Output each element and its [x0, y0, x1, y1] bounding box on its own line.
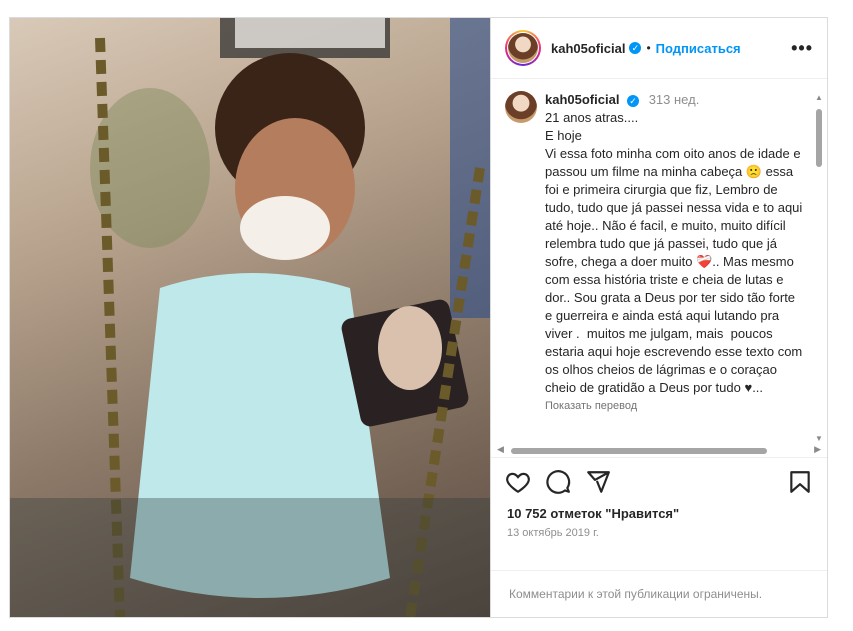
caption-username[interactable]: kah05oficial [545, 92, 619, 107]
comment-icon[interactable] [545, 469, 571, 495]
caption-avatar[interactable] [505, 91, 537, 123]
scrollbar-thumb[interactable] [816, 109, 822, 167]
separator-dot: • [646, 41, 651, 55]
scroll-left-icon[interactable]: ◀ [497, 444, 504, 455]
verified-badge-icon: ✓ [629, 42, 642, 54]
vertical-scrollbar[interactable]: ▲ ▼ [815, 93, 823, 443]
verified-badge-icon: ✓ [627, 94, 640, 107]
post-photo[interactable] [10, 18, 490, 617]
photo-illustration [10, 18, 490, 617]
caption-age[interactable]: 313 нед. [649, 92, 700, 107]
post-date[interactable]: 13 октябрь 2019 г. [491, 521, 827, 539]
caption-body: 21 anos atras.... E hoje Vi essa foto mi… [545, 110, 803, 395]
horizontal-scrollbar[interactable]: ◀ ▶ [497, 444, 821, 457]
share-icon[interactable] [585, 469, 611, 495]
show-translation-link[interactable]: Показать перевод [545, 397, 803, 415]
caption-text-block: kah05oficial ✓ 313 нед. 21 anos atras...… [545, 91, 803, 415]
action-bar [491, 458, 827, 506]
comments-restricted-notice: Комментарии к этой публикации ограничены… [491, 570, 827, 617]
avatar[interactable] [508, 33, 538, 63]
scroll-down-icon[interactable]: ▼ [815, 434, 823, 443]
more-options-icon[interactable]: ••• [791, 38, 813, 59]
post-modal: kah05oficial ✓ • Подписаться ••• kah05of… [9, 17, 828, 618]
like-count[interactable]: 10 752 отметок "Нравится" [491, 506, 827, 521]
post-side-panel: kah05oficial ✓ • Подписаться ••• kah05of… [491, 18, 827, 617]
follow-button[interactable]: Подписаться [656, 41, 741, 56]
caption: kah05oficial ✓ 313 нед. 21 anos atras...… [491, 79, 827, 415]
caption-area[interactable]: kah05oficial ✓ 313 нед. 21 anos atras...… [491, 79, 827, 445]
scroll-right-icon[interactable]: ▶ [814, 444, 821, 455]
username-link[interactable]: kah05oficial [551, 41, 625, 56]
story-ring[interactable] [505, 30, 541, 66]
scrollbar-thumb[interactable] [511, 448, 767, 454]
heart-icon[interactable] [505, 469, 531, 495]
scroll-up-icon[interactable]: ▲ [815, 93, 823, 102]
bookmark-icon[interactable] [787, 469, 813, 495]
post-header: kah05oficial ✓ • Подписаться ••• [491, 18, 827, 79]
